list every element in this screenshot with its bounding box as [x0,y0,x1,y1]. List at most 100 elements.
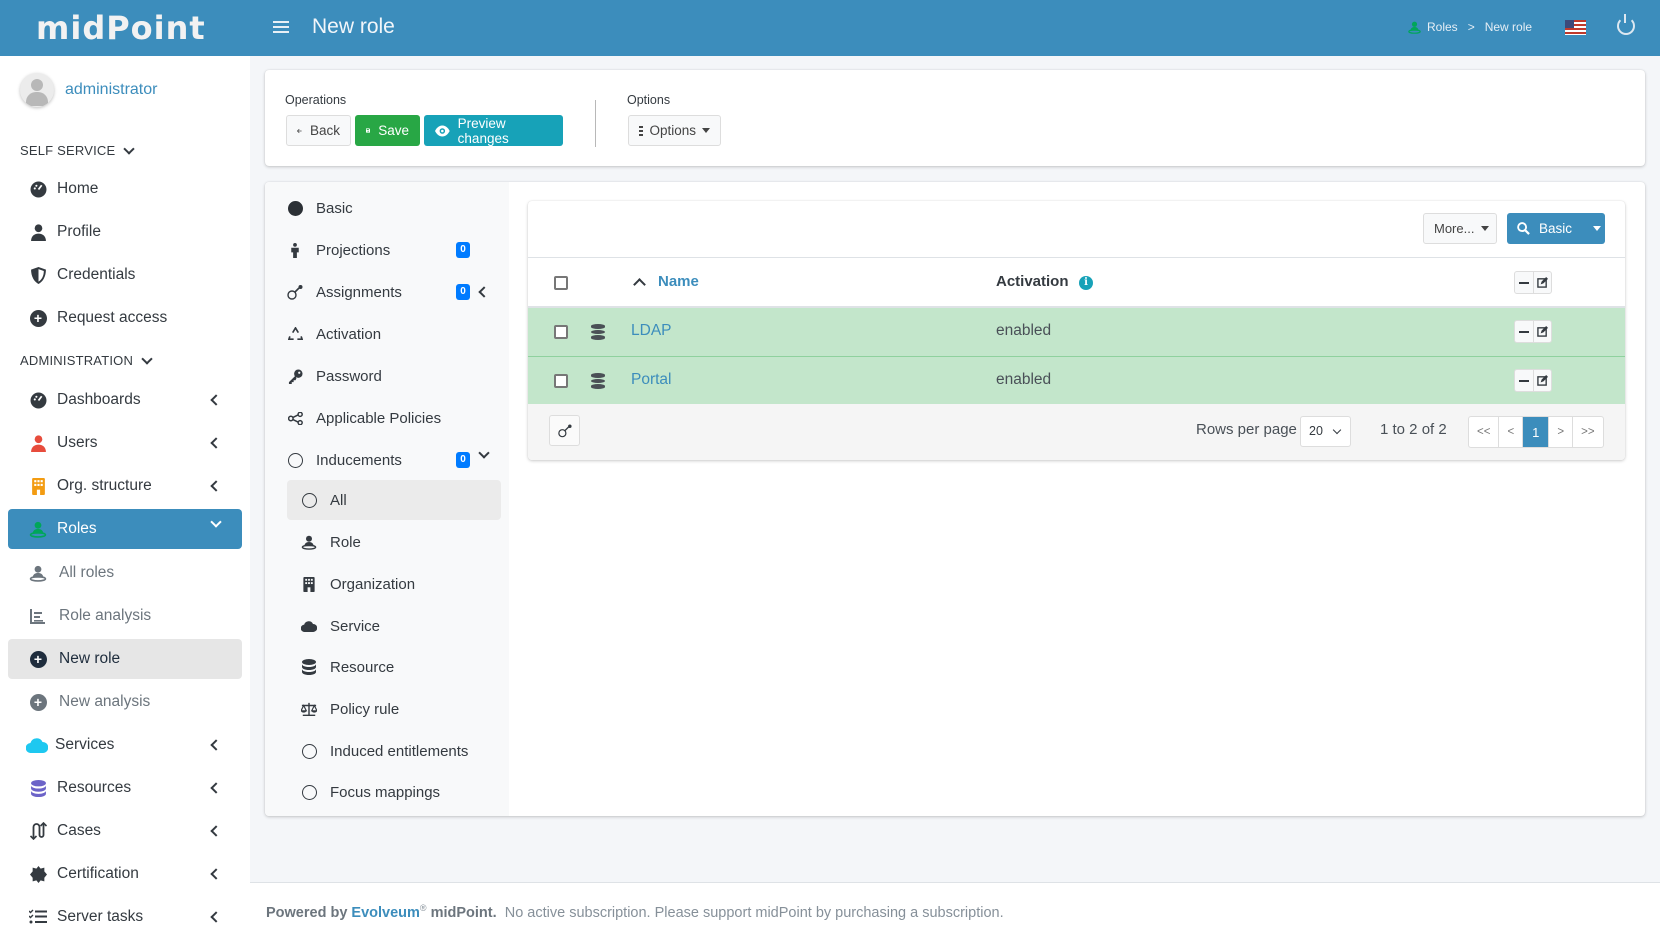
table-row[interactable]: Portal enabled [528,356,1625,404]
sidebar-item-certification[interactable]: Certification [8,854,242,894]
sidebar-item-credentials[interactable]: Credentials [8,255,242,295]
building-icon [301,576,317,592]
sidebar-item-request-access[interactable]: + Request access [8,298,242,338]
power-icon[interactable] [1617,14,1635,35]
chevron-down-icon [141,352,153,365]
sidebar-toggle-icon[interactable] [273,18,289,34]
menu-item-inducements-role[interactable]: Role [265,522,509,562]
menu-item-induced-entitlements[interactable]: Induced entitlements [265,731,509,771]
sidebar-item-org-structure[interactable]: Org. structure [8,466,242,506]
count-badge: 0 [456,452,470,468]
chevron-down-icon [210,516,222,528]
menu-item-label: Role [330,533,361,551]
evolveum-link[interactable]: Evolveum [351,905,420,921]
menu-item-inducements-policy-rule[interactable]: Policy rule [265,689,509,729]
row-name-link[interactable]: LDAP [631,322,672,340]
menu-item-projections[interactable]: Projections 0 [265,230,509,270]
us-flag-icon[interactable] [1565,20,1586,35]
table-row[interactable]: LDAP enabled [528,308,1625,356]
user-icon [29,434,47,452]
sidebar-item-cases[interactable]: Cases [8,811,242,851]
sidebar-item-all-roles[interactable]: All roles [8,553,242,593]
menu-item-inducements-service[interactable]: Service [265,606,509,646]
remove-icon[interactable] [1515,272,1533,293]
edit-icon[interactable] [1533,272,1551,293]
caret-down-icon[interactable] [1593,226,1602,231]
row-name-link[interactable]: Portal [631,371,672,389]
more-button[interactable]: More... [1423,213,1497,244]
sidebar-item-home[interactable]: Home [8,169,242,209]
rows-per-page-select[interactable]: 20 [1300,416,1351,447]
toolbar-divider [595,100,596,147]
inducements-table: More... Basic Name Activation i LDAP ena… [528,201,1625,460]
sidebar-item-dashboards[interactable]: Dashboards [8,380,242,420]
menu-item-inducements[interactable]: Inducements 0 [265,440,509,480]
options-dropdown[interactable]: Options [628,115,721,146]
info-icon[interactable]: i [1079,276,1093,290]
sidebar-item-role-analysis[interactable]: Role analysis [8,596,242,636]
new-assignment-button[interactable] [549,415,580,446]
basic-search-button[interactable]: Basic [1507,213,1605,244]
edit-icon[interactable] [1533,370,1551,391]
menu-item-label: Induced entitlements [330,742,469,760]
column-name-header[interactable]: Name [658,273,699,290]
chevron-left-icon [210,480,222,492]
menu-item-label: Inducements [316,451,402,469]
edit-icon[interactable] [1533,321,1551,342]
caret-down-icon [702,128,710,133]
menu-item-label: Organization [330,575,416,593]
menu-icon [639,124,644,138]
section-administration[interactable]: ADMINISTRATION [20,352,153,368]
sidebar-item-server-tasks[interactable]: Server tasks [8,897,242,937]
section-self-service[interactable]: SELF SERVICE [20,142,136,158]
sidebar-item-new-analysis[interactable]: + New analysis [8,682,242,722]
menu-item-basic[interactable]: Basic [265,188,509,228]
menu-item-assignments[interactable]: Assignments 0 [265,272,509,312]
sidebar-item-label: New role [59,650,121,667]
sidebar-item-label: Server tasks [57,908,144,925]
last-page-button[interactable]: >> [1573,417,1602,447]
select-all-checkbox[interactable] [554,276,568,290]
first-page-button[interactable]: << [1469,417,1500,447]
menu-item-label: Policy rule [330,700,400,718]
sidebar: administrator SELF SERVICE Home Profile … [0,56,250,944]
remove-icon[interactable] [1515,321,1533,342]
menu-item-inducements-organization[interactable]: Organization [265,564,509,604]
details-menu: Basic Projections 0 Assignments 0 Activa… [265,182,509,816]
sort-asc-icon[interactable] [633,278,646,291]
remove-icon[interactable] [1515,370,1533,391]
sidebar-item-services[interactable]: Services [8,725,242,765]
balance-scale-icon [301,701,317,717]
sidebar-item-new-role[interactable]: + New role [8,639,242,679]
prev-page-button[interactable]: < [1499,417,1524,447]
sidebar-item-label: Roles [57,520,97,537]
sidebar-item-label: Users [57,434,98,451]
page-1-button[interactable]: 1 [1523,417,1550,447]
menu-item-activation[interactable]: Activation [265,314,509,354]
sidebar-item-users[interactable]: Users [8,423,242,463]
back-button[interactable]: Back [286,115,351,146]
row-checkbox[interactable] [554,374,568,388]
username-link[interactable]: administrator [65,81,157,99]
next-page-button[interactable]: > [1549,417,1574,447]
preview-changes-button[interactable]: Preview changes [424,115,563,146]
chevron-left-icon [210,911,222,923]
save-button[interactable]: Save [355,115,420,146]
menu-item-inducements-resource[interactable]: Resource [265,647,509,687]
row-checkbox[interactable] [554,325,568,339]
cloud-icon [26,736,48,754]
breadcrumb-roles[interactable]: Roles [1427,20,1458,34]
sidebar-item-label: Home [57,180,99,197]
sidebar-item-resources[interactable]: Resources [8,768,242,808]
tasks-icon [29,908,47,926]
sidebar-item-profile[interactable]: Profile [8,212,242,252]
menu-item-focus-mappings[interactable]: Focus mappings [265,772,509,812]
menu-item-inducements-all[interactable]: All [287,480,501,520]
page-title: New role [312,15,395,38]
menu-item-label: Basic [316,199,353,217]
sidebar-item-roles[interactable]: Roles [8,509,242,549]
midpoint-logo[interactable]: midPoint [36,9,206,47]
menu-item-password[interactable]: Password [265,356,509,396]
chart-icon [29,607,47,625]
menu-item-applicable-policies[interactable]: Applicable Policies [265,398,509,438]
